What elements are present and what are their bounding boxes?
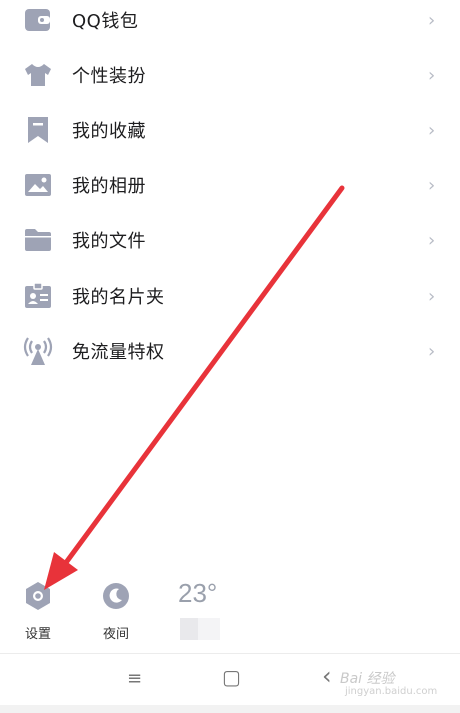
chevron-right-icon: › bbox=[428, 285, 436, 307]
bookmark-icon bbox=[22, 114, 54, 146]
photo-album-icon bbox=[22, 169, 54, 201]
menu-item-label: 我的名片夹 bbox=[72, 287, 165, 308]
menu-item-favorites[interactable]: 我的收藏 › bbox=[0, 102, 460, 158]
bottom-toolbar: 设置 夜间 bbox=[0, 575, 460, 645]
menu-item-label: 免流量特权 bbox=[72, 342, 165, 363]
weather-location-placeholder bbox=[180, 618, 220, 640]
menu-item-label: 我的相册 bbox=[72, 176, 146, 197]
folder-icon bbox=[22, 224, 54, 256]
menu-item-my-files[interactable]: 我的文件 › bbox=[0, 212, 460, 268]
menu-item-free-data[interactable]: 免流量特权 › bbox=[0, 323, 460, 379]
watermark-text: Bai 经验 bbox=[340, 671, 395, 687]
tshirt-icon bbox=[22, 59, 54, 91]
menu-item-business-cards[interactable]: 我的名片夹 › bbox=[0, 268, 460, 324]
wallet-icon bbox=[22, 4, 54, 36]
watermark-url: jingyan.baidu.com bbox=[345, 686, 438, 697]
chevron-right-icon: › bbox=[428, 9, 436, 31]
home-nav-icon[interactable]: ▢ bbox=[222, 665, 241, 689]
signal-tower-icon bbox=[22, 335, 54, 367]
weather-temperature[interactable]: 23° bbox=[178, 578, 217, 609]
settings-gear-icon bbox=[24, 581, 52, 615]
settings-label: 设置 bbox=[24, 627, 51, 642]
chevron-right-icon: › bbox=[428, 64, 436, 86]
chevron-right-icon: › bbox=[428, 340, 436, 362]
settings-button[interactable]: 设置 bbox=[24, 581, 52, 642]
menu-item-photo-album[interactable]: 我的相册 › bbox=[0, 157, 460, 213]
chevron-right-icon: › bbox=[428, 229, 436, 251]
menu-item-label: 个性装扮 bbox=[72, 66, 146, 87]
night-label: 夜间 bbox=[102, 627, 129, 642]
menu-item-label: 我的收藏 bbox=[72, 121, 146, 142]
chevron-right-icon: › bbox=[428, 174, 436, 196]
night-mode-button[interactable]: 夜间 bbox=[102, 581, 130, 642]
menu-item-qq-wallet[interactable]: QQ钱包 › bbox=[0, 0, 460, 48]
menu-item-label: QQ钱包 bbox=[72, 11, 139, 32]
chevron-right-icon: › bbox=[428, 119, 436, 141]
moon-icon bbox=[102, 581, 130, 615]
business-card-icon bbox=[22, 280, 54, 312]
back-nav-icon[interactable]: ‹ bbox=[322, 662, 332, 690]
menu-item-personal-theme[interactable]: 个性装扮 › bbox=[0, 47, 460, 103]
menu-nav-icon[interactable]: ≡ bbox=[127, 668, 142, 689]
bottom-strip bbox=[0, 705, 460, 713]
menu-item-label: 我的文件 bbox=[72, 231, 146, 252]
